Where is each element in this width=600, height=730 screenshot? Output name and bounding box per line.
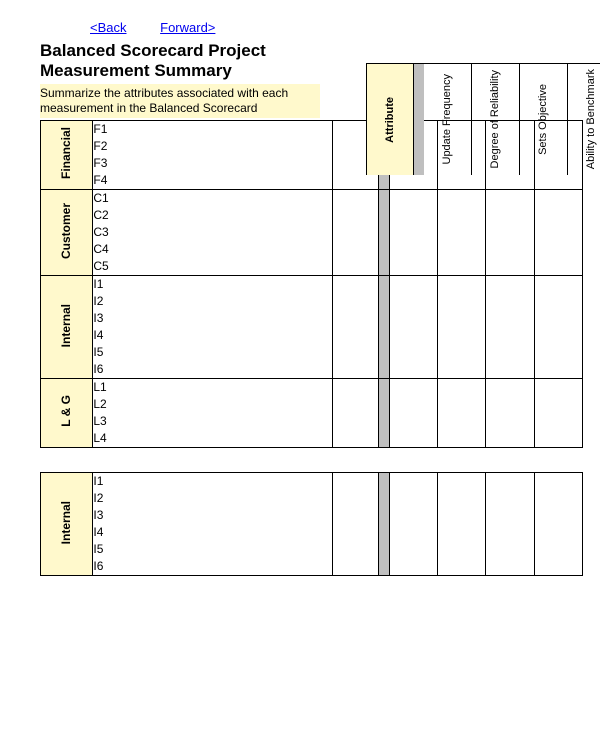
category-cell: Customer <box>41 189 93 275</box>
data-cell <box>389 472 437 575</box>
data-cell <box>437 189 485 275</box>
items-cell: C1C2C3C4C5 <box>93 189 333 275</box>
measure-item: I3 <box>93 310 332 327</box>
measure-item: I4 <box>93 327 332 344</box>
sep-cell <box>379 472 389 575</box>
category-cell: Internal <box>41 275 93 378</box>
items-cell: L1L2L3L4 <box>93 378 333 447</box>
data-cell <box>389 189 437 275</box>
measure-item: I3 <box>93 507 332 524</box>
measure-item: I5 <box>93 344 332 361</box>
page-subtitle: Summarize the attributes associated with… <box>40 84 320 118</box>
scorecard-table-2: InternalI1I2I3I4I5I6 <box>40 472 583 576</box>
col-benchmark: Ability to Benchmark <box>568 63 600 175</box>
col-separator <box>414 63 424 175</box>
sep-cell <box>379 275 389 378</box>
data-cell <box>534 275 582 378</box>
measure-item: L2 <box>93 396 332 413</box>
measure-item: F2 <box>93 138 332 155</box>
measure-item: L1 <box>93 379 332 396</box>
measure-item: C2 <box>93 207 332 224</box>
page: <Back Forward> Balanced Scorecard Projec… <box>0 0 600 576</box>
nav-links: <Back Forward> <box>90 20 588 35</box>
attr-cell <box>333 472 379 575</box>
measure-item: C4 <box>93 241 332 258</box>
table-row: CustomerC1C2C3C4C5 <box>41 189 583 275</box>
col-attribute: Attribute <box>366 63 414 175</box>
items-cell: I1I2I3I4I5I6 <box>93 472 333 575</box>
sep-cell <box>379 378 389 447</box>
measure-item: F4 <box>93 172 332 189</box>
col-update-frequency: Update Frequency <box>424 63 472 175</box>
items-cell: I1I2I3I4I5I6 <box>93 275 333 378</box>
table-row: InternalI1I2I3I4I5I6 <box>41 275 583 378</box>
measure-item: F1 <box>93 121 332 138</box>
category-cell: Internal <box>41 472 93 575</box>
measure-item: I5 <box>93 541 332 558</box>
back-link[interactable]: <Back <box>90 20 127 35</box>
table-row: InternalI1I2I3I4I5I6 <box>41 472 583 575</box>
data-cell <box>437 275 485 378</box>
data-cell <box>486 378 534 447</box>
data-cell <box>389 378 437 447</box>
table-row: L & GL1L2L3L4 <box>41 378 583 447</box>
col-sets-objective: Sets Objective <box>520 63 568 175</box>
data-cell <box>534 189 582 275</box>
category-cell: L & G <box>41 378 93 447</box>
col-reliability: Degree of Reliability <box>472 63 520 175</box>
measure-item: I6 <box>93 361 332 378</box>
column-headers: Attribute Update Frequency Degree of Rel… <box>366 63 600 175</box>
measure-item: F3 <box>93 155 332 172</box>
measure-item: L3 <box>93 413 332 430</box>
forward-link[interactable]: Forward> <box>160 20 215 35</box>
measure-item: I1 <box>93 276 332 293</box>
category-cell: Financial <box>41 120 93 189</box>
data-cell <box>486 472 534 575</box>
data-cell <box>534 378 582 447</box>
data-cell <box>486 189 534 275</box>
measure-item: I2 <box>93 293 332 310</box>
data-cell <box>486 275 534 378</box>
attr-cell <box>333 275 379 378</box>
measure-item: C3 <box>93 224 332 241</box>
measure-item: C5 <box>93 258 332 275</box>
page-title: Balanced Scorecard Project Measurement S… <box>40 41 310 82</box>
data-cell <box>437 472 485 575</box>
items-cell: F1F2F3F4 <box>93 120 333 189</box>
measure-item: L4 <box>93 430 332 447</box>
measure-item: I6 <box>93 558 332 575</box>
data-cell <box>437 378 485 447</box>
data-cell <box>389 275 437 378</box>
measure-item: C1 <box>93 190 332 207</box>
measure-item: I1 <box>93 473 332 490</box>
data-cell <box>534 472 582 575</box>
attr-cell <box>333 189 379 275</box>
attr-cell <box>333 378 379 447</box>
header: Balanced Scorecard Project Measurement S… <box>40 41 588 118</box>
measure-item: I4 <box>93 524 332 541</box>
measure-item: I2 <box>93 490 332 507</box>
sep-cell <box>379 189 389 275</box>
